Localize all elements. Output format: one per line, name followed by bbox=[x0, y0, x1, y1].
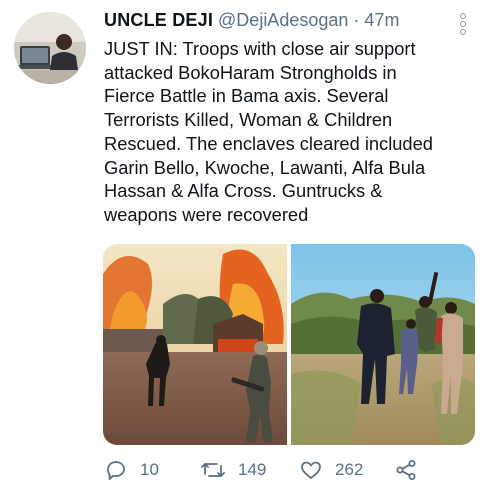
tweet-actions: 10 149 262 bbox=[104, 458, 484, 486]
fire-scene-photo bbox=[103, 244, 287, 445]
tweet-header: UNCLE DEJI @DejiAdesogan · 47m bbox=[104, 8, 399, 32]
like-count: 262 bbox=[335, 460, 364, 479]
reply-count: 10 bbox=[140, 460, 159, 479]
avatar-image bbox=[14, 12, 86, 84]
user-handle[interactable]: @DejiAdesogan bbox=[218, 10, 348, 30]
share-button[interactable] bbox=[394, 458, 418, 482]
media-photo-rescued[interactable] bbox=[291, 244, 475, 445]
tweet-line: attacked BokoHaram Strongholds in bbox=[104, 61, 397, 83]
tweet-line: weapons were recovered bbox=[104, 203, 309, 225]
tweet-line: JUST IN: Troops with close air support bbox=[104, 38, 416, 59]
tweet-line: Hassan & Alfa Cross. Guntrucks & bbox=[104, 180, 383, 202]
comment-icon bbox=[107, 461, 125, 480]
display-name[interactable]: UNCLE DEJI bbox=[104, 10, 213, 30]
header-separator: · bbox=[353, 10, 360, 30]
tweet-text: JUST IN: Troops with close air support a… bbox=[104, 37, 482, 227]
retweet-button[interactable]: 149 bbox=[200, 458, 266, 482]
tweet-line: Terrorists Killed, Woman & Children bbox=[104, 109, 393, 131]
heart-icon bbox=[301, 461, 321, 479]
rescued-group-photo bbox=[291, 244, 475, 445]
tweet-line: Rescued. The enclaves cleared included bbox=[104, 132, 433, 154]
more-options-icon[interactable] bbox=[456, 12, 470, 35]
retweet-count: 149 bbox=[238, 460, 267, 479]
share-icon bbox=[396, 460, 416, 480]
retweet-icon bbox=[201, 463, 225, 477]
tweet-line: Garin Bello, Kwoche, Lawanti, Alfa Bula bbox=[104, 156, 426, 178]
media-photo-fire[interactable] bbox=[103, 244, 287, 445]
reply-button[interactable]: 10 bbox=[104, 458, 159, 482]
like-button[interactable]: 262 bbox=[299, 458, 363, 482]
avatar[interactable] bbox=[14, 12, 86, 84]
timestamp[interactable]: 47m bbox=[364, 10, 399, 30]
media-grid bbox=[103, 244, 475, 445]
tweet-line: Fierce Battle in Bama axis. Several bbox=[104, 85, 389, 107]
